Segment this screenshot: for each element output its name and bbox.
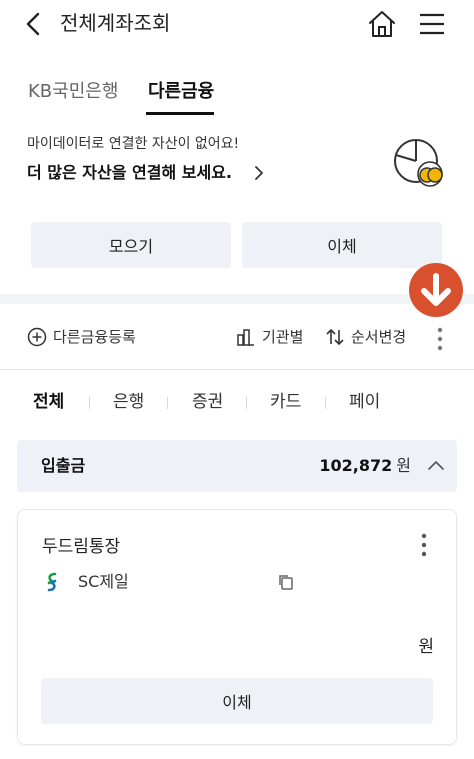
arrow-down-icon <box>421 273 451 306</box>
back-button[interactable] <box>22 10 48 38</box>
copy-icon[interactable] <box>277 573 295 591</box>
account-more-button[interactable] <box>416 532 432 558</box>
deposit-section-header[interactable]: 입출금 102,872 원 <box>17 440 457 492</box>
reorder-button[interactable]: 순서변경 <box>325 326 406 348</box>
hamburger-menu-icon <box>420 13 444 35</box>
bank-name: SC제일 <box>78 572 129 591</box>
section-total: 102,872 원 <box>319 454 411 478</box>
sort-arrows-icon <box>326 329 344 345</box>
plus-circle-icon <box>27 327 47 347</box>
home-icon <box>369 11 395 37</box>
vertical-dots-icon <box>421 533 427 557</box>
filter-all[interactable]: 전체 <box>33 388 64 416</box>
page-title: 전체계좌조회 <box>60 11 171 35</box>
app-header: 전체계좌조회 <box>0 0 474 50</box>
account-toolbar: 다른금융등록 기관별 순서변경 <box>0 318 474 358</box>
tab-kb-bank[interactable]: KB국민은행 <box>28 78 118 106</box>
account-name: 두드림통장 <box>42 537 121 557</box>
bar-chart-icon <box>237 329 254 346</box>
promo-subtitle: 마이데이터로 연결한 자산이 없어요! <box>27 136 240 152</box>
filter-separator <box>89 397 90 409</box>
register-finance-button[interactable]: 다른금융등록 <box>27 326 136 348</box>
filter-separator <box>167 397 168 409</box>
filter-card[interactable]: 카드 <box>270 388 301 416</box>
section-amount-unit: 원 <box>396 456 411 475</box>
section-label: 입출금 <box>41 456 86 475</box>
filter-separator <box>246 397 247 409</box>
toolbar-divider <box>0 369 474 370</box>
by-institution-button[interactable]: 기관별 <box>236 326 303 348</box>
sc-bank-logo-icon <box>47 572 57 592</box>
promo-link[interactable]: 더 많은 자산을 연결해 보세요. <box>27 160 232 186</box>
reorder-label: 순서변경 <box>351 328 407 346</box>
filter-bank[interactable]: 은행 <box>113 388 144 416</box>
category-filters: 전체 은행 증권 카드 페이 <box>0 388 474 418</box>
active-tab-indicator <box>146 112 214 115</box>
section-amount-value: 102,872 <box>319 456 393 475</box>
tab-other-finance[interactable]: 다른금융 <box>148 78 214 106</box>
collect-button[interactable]: 모으기 <box>31 222 231 268</box>
more-options-button[interactable] <box>432 326 448 352</box>
filter-securities[interactable]: 증권 <box>192 388 223 416</box>
menu-button[interactable] <box>418 10 446 38</box>
asset-pie-chart-icon <box>394 139 443 187</box>
transfer-button[interactable]: 이체 <box>242 222 442 268</box>
institution-tabs: KB국민은행 다른금융 <box>0 78 474 118</box>
by-institution-label: 기관별 <box>262 328 304 346</box>
scroll-down-button[interactable] <box>409 263 463 317</box>
home-button[interactable] <box>366 8 398 40</box>
account-card: 두드림통장 SC제일 원 이체 <box>17 509 457 745</box>
filter-pay[interactable]: 페이 <box>349 388 380 416</box>
account-balance-unit: 원 <box>418 637 434 657</box>
chevron-right-icon <box>255 166 263 180</box>
register-finance-label: 다른금융등록 <box>53 328 136 346</box>
chevron-left-icon <box>26 12 40 36</box>
chevron-up-icon <box>428 461 444 470</box>
filter-separator <box>325 397 326 409</box>
vertical-dots-icon <box>437 327 443 351</box>
section-divider <box>0 294 474 304</box>
account-transfer-button[interactable]: 이체 <box>41 678 433 724</box>
